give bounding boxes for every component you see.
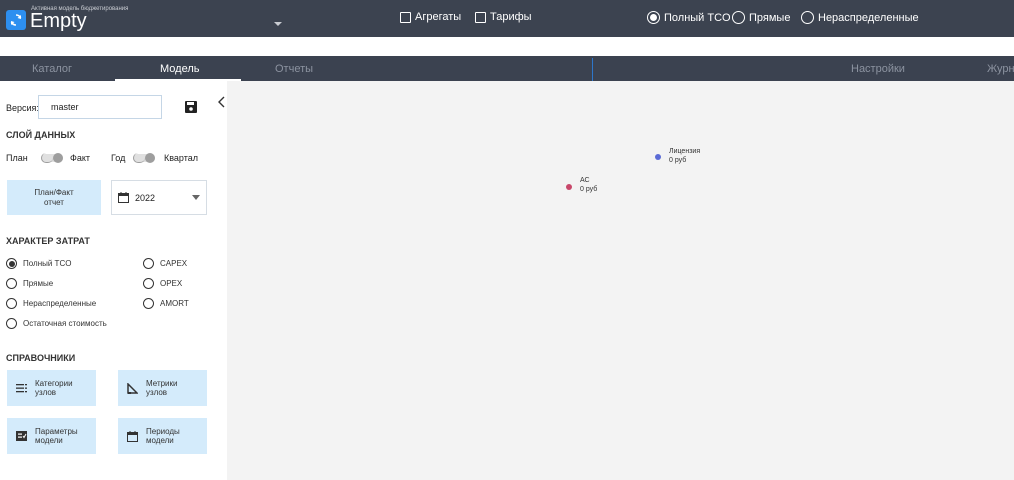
cost-type-label: Нераспределенные [23,299,97,308]
node-metrics-button[interactable]: Метрики узлов [118,370,207,406]
radio-full-tco[interactable] [6,258,17,269]
ruler-icon [124,382,140,394]
tab-journal[interactable]: Журна [987,56,1014,81]
year-value: 2022 [135,192,156,203]
aggregates-label: Агрегаты [415,11,462,23]
graph-node-value: 0 руб [669,157,687,164]
chevron-down-icon[interactable] [272,15,284,26]
references-title: СПРАВОЧНИКИ [6,353,76,363]
graph-node-label: АС [580,177,590,184]
model-parameters-button[interactable]: Параметры модели [7,418,96,454]
radio-amort[interactable] [143,298,154,309]
radio-button[interactable] [732,11,745,24]
node-categories-label: Категории узлов [35,379,73,397]
radio-opex[interactable] [143,278,154,289]
graph-node-label: Лицензия [669,148,701,155]
year-label: Год [111,153,126,163]
tab-model[interactable]: Модель [160,56,199,81]
chevron-down-icon [192,195,200,200]
cost-type-label: CAPEX [160,259,188,268]
graph-node-value: 0 руб [580,186,598,193]
aggregates-checkbox[interactable]: Агрегаты [400,11,461,23]
calendar-icon [118,192,129,203]
list-icon [13,383,29,393]
checkbox-box[interactable] [400,11,411,23]
cost-mode-unallocated[interactable]: Нераспределенные [801,11,919,24]
graph-node-as[interactable] [566,184,572,190]
year-quarter-toggle[interactable] [133,153,155,163]
chevron-left-icon[interactable] [217,95,226,108]
tariffs-checkbox[interactable]: Тарифы [475,11,532,23]
version-value: master [51,102,79,112]
tab-settings[interactable]: Настройки [851,56,905,81]
model-title[interactable]: Empty [30,11,87,31]
data-layer-title: СЛОЙ ДАННЫХ [6,130,76,140]
cost-mode-label: Нераспределенные [818,11,919,24]
calendar-icon [124,430,140,442]
radio-direct[interactable] [6,278,17,289]
plan-fact-toggle[interactable] [41,153,63,163]
radio-residual-value[interactable] [6,318,17,329]
plan-label: План [6,153,28,163]
model-periods-button[interactable]: Периоды модели [118,418,207,454]
radio-button[interactable] [801,11,814,24]
tab-catalog[interactable]: Каталог [32,56,72,81]
year-select[interactable]: 2022 [111,180,207,215]
node-categories-button[interactable]: Категории узлов [7,370,96,406]
cost-type-label: Прямые [23,279,54,288]
version-label: Версия: [6,103,39,113]
checkbox-box[interactable] [475,11,486,23]
tab-divider [592,58,593,81]
model-graph-canvas[interactable] [227,81,1014,480]
radio-unallocated[interactable] [6,298,17,309]
tab-reports[interactable]: Отчеты [275,56,313,81]
plan-fact-report-button[interactable]: План/Факт отчет [7,180,101,215]
save-icon[interactable] [185,100,197,113]
cost-type-title: ХАРАКТЕР ЗАТРАТ [6,236,90,246]
cost-type-label: AMORT [160,299,189,308]
settings-list-icon [13,431,29,441]
cost-mode-full-tco[interactable]: Полный TCO [647,11,731,24]
radio-capex[interactable] [143,258,154,269]
cost-mode-direct[interactable]: Прямые [732,11,790,24]
version-input[interactable]: master [38,95,162,119]
tariffs-label: Тарифы [490,11,532,23]
cost-mode-label: Прямые [749,11,791,24]
fact-label: Факт [70,153,91,163]
cost-type-label: Остаточная стоимость [23,319,107,328]
model-periods-label: Периоды модели [146,427,180,445]
radio-button[interactable] [647,11,660,24]
cost-type-label: Полный TCO [23,259,72,268]
cost-mode-label: Полный TCO [664,11,731,24]
quarter-label: Квартал [164,153,199,163]
sync-icon[interactable] [6,10,26,30]
cost-type-label: OPEX [160,279,183,288]
graph-node-license[interactable] [655,154,661,160]
model-parameters-label: Параметры модели [35,427,78,445]
node-metrics-label: Метрики узлов [146,379,178,397]
